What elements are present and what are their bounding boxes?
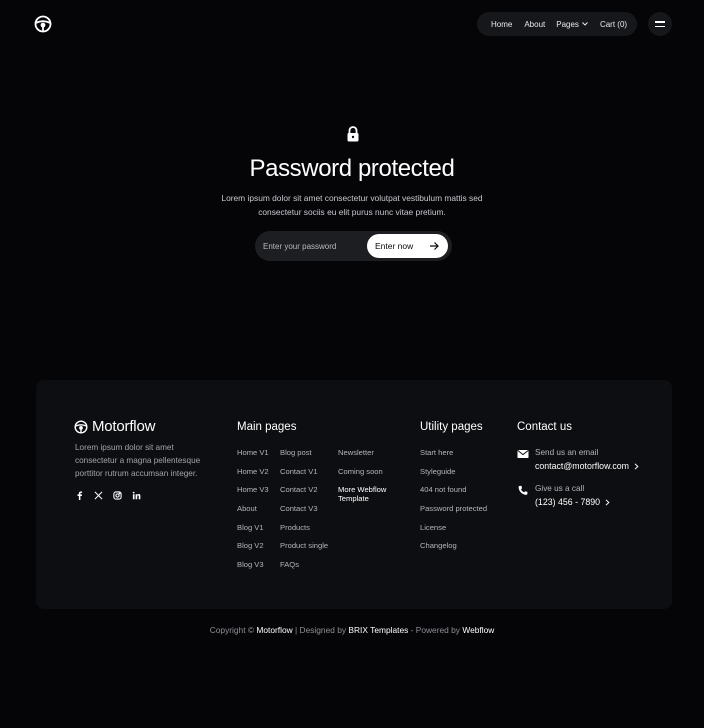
utility-pages-heading: Utility pages [420,421,483,433]
phone-label: Give us a call [535,484,585,493]
enter-now-label: Enter now [375,241,414,251]
copyright-brand-link[interactable]: Motorflow [256,625,292,635]
footer-link-blog-v2[interactable]: Blog V2 [237,541,269,550]
email-link[interactable]: contact@motorflow.com [535,461,639,471]
hero-description: Lorem ipsum dolor sit amet consectetur v… [221,193,483,217]
steering-wheel-logo-icon[interactable] [34,15,52,33]
social-links [75,491,141,500]
footer-link-start-here[interactable]: Start here [420,448,487,457]
nav-cart-link[interactable]: Cart (0) [600,20,627,29]
utility-pages-list: Start here Styleguide 404 not found Pass… [420,448,487,560]
footer-link-newsletter[interactable]: Newsletter [338,448,398,457]
envelope-icon [517,450,529,458]
footer-logo[interactable]: Motorflow [74,418,155,435]
email-address: contact@motorflow.com [535,461,629,471]
copyright-designed-by: | Designed by [295,625,347,635]
main-pages-col-2: Blog post Contact V1 Contact V2 Contact … [280,448,328,579]
linkedin-icon[interactable] [132,491,141,500]
nav-pages-dropdown[interactable]: Pages [556,20,588,29]
footer-link-more-templates[interactable]: More Webflow Template [338,485,398,503]
contact-email: Send us an email contact@motorflow.com [517,448,639,471]
password-form: Enter now [255,231,452,261]
footer-link-license[interactable]: License [420,523,487,532]
footer-link-faqs[interactable]: FAQs [280,560,328,569]
main-pages-heading: Main pages [237,421,297,433]
footer-description: Lorem ipsum dolor sit amet consectetur a… [75,443,201,479]
footer-link-changelog[interactable]: Changelog [420,541,487,550]
copyright-line: Copyright © Motorflow | Designed by BRIX… [0,625,704,635]
main-pages-col-1: Home V1 Home V2 Home V3 About Blog V1 Bl… [237,448,269,579]
steering-wheel-icon [74,419,88,434]
menu-line [655,25,665,27]
footer-link-home-v3[interactable]: Home V3 [237,485,269,494]
arrow-right-icon [430,242,439,250]
contact-phone: Give us a call (123) 456 - 7890 [517,484,610,507]
chevron-down-icon [582,22,588,26]
copyright-designer-link[interactable]: BRIX Templates [348,625,408,635]
phone-link[interactable]: (123) 456 - 7890 [535,497,610,507]
password-input[interactable] [263,231,363,261]
footer-link-styleguide[interactable]: Styleguide [420,467,487,476]
chevron-right-icon [605,498,610,506]
instagram-icon[interactable] [113,491,122,500]
copyright-platform-link[interactable]: Webflow [462,625,494,635]
footer-link-product-single[interactable]: Product single [280,541,328,550]
hamburger-menu-button[interactable] [648,12,672,36]
footer-brand-name: Motorflow [92,418,156,435]
facebook-icon[interactable] [75,491,84,500]
footer-link-404[interactable]: 404 not found [420,485,487,494]
nav-home-link[interactable]: Home [491,20,512,29]
chevron-right-icon [634,462,639,470]
contact-heading: Contact us [517,421,572,433]
main-pages-col-3: Newsletter Coming soon More Webflow Temp… [338,448,398,513]
nav-about-link[interactable]: About [524,20,545,29]
footer-link-coming-soon[interactable]: Coming soon [338,467,398,476]
page-title: Password protected [249,155,455,182]
x-twitter-icon[interactable] [94,491,103,500]
footer-link-contact-v1[interactable]: Contact V1 [280,467,328,476]
footer-link-contact-v3[interactable]: Contact V3 [280,504,328,513]
footer-link-contact-v2[interactable]: Contact V2 [280,485,328,494]
copyright-prefix: Copyright © [209,625,255,635]
main-nav: Home About Pages Cart (0) [477,12,637,36]
footer-link-blog-post[interactable]: Blog post [280,448,328,457]
email-label: Send us an email [535,448,599,457]
footer-link-home-v2[interactable]: Home V2 [237,467,269,476]
footer-link-home-v1[interactable]: Home V1 [237,448,269,457]
enter-now-button[interactable]: Enter now [367,234,448,258]
footer-link-password-protected[interactable]: Password protected [420,504,487,513]
phone-number: (123) 456 - 7890 [535,497,601,507]
menu-line [655,21,665,23]
footer-link-about[interactable]: About [237,504,269,513]
nav-pages-label: Pages [556,19,579,29]
footer-link-products[interactable]: Products [280,523,328,532]
phone-icon [518,485,528,495]
copyright-powered-by: - Powered by [410,625,460,635]
lock-icon [347,126,359,142]
footer-link-blog-v1[interactable]: Blog V1 [237,523,269,532]
footer-link-blog-v3[interactable]: Blog V3 [237,560,269,569]
